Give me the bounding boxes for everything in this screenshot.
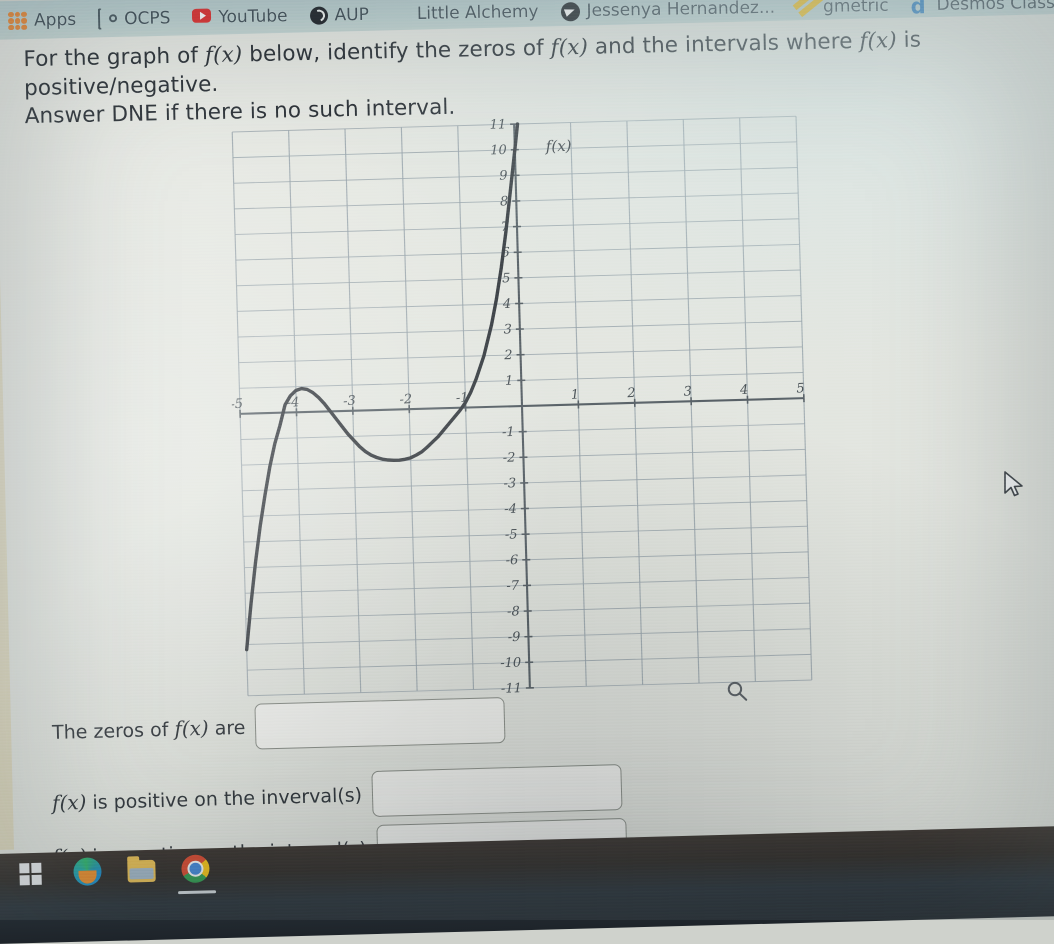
screen-photo: Apps OCPS YouTube AUP Little Alchemy Jes… xyxy=(0,0,1054,920)
bookmark-jessenya-hernandez[interactable]: Jessenya Hernandez... xyxy=(560,0,775,21)
chrome-button[interactable] xyxy=(181,854,212,885)
alchemy-flask-icon xyxy=(391,5,410,24)
mouse-arrow-cursor xyxy=(1002,470,1026,500)
bookmark-little-alchemy[interactable]: Little Alchemy xyxy=(391,2,539,25)
svg-text:5: 5 xyxy=(796,381,805,396)
bookmark-label: gmetric xyxy=(823,0,889,17)
answer-label: f(x) is positive on the inverval(s) xyxy=(52,782,363,815)
graph-canvas: -5-4-3-2-112345-11-10-9-8-7-6-5-4-3-2-11… xyxy=(224,108,820,704)
function-notation: f(x) xyxy=(174,716,209,741)
svg-text:4: 4 xyxy=(502,297,512,312)
edge-icon xyxy=(73,857,102,886)
bookmark-apps[interactable]: Apps xyxy=(8,10,76,31)
svg-text:-1: -1 xyxy=(502,425,515,440)
zeros-input[interactable] xyxy=(255,697,506,750)
svg-text:-4: -4 xyxy=(504,502,517,517)
svg-text:-3: -3 xyxy=(343,394,357,410)
bookmark-label: Apps xyxy=(34,10,76,31)
start-button[interactable] xyxy=(19,859,50,890)
function-notation: f(x) xyxy=(52,790,87,815)
svg-text:-7: -7 xyxy=(506,579,520,594)
gmetric-icon xyxy=(797,0,816,17)
question-text-part: and the intervals where xyxy=(588,29,860,60)
svg-text:-10: -10 xyxy=(500,655,521,671)
globe-icon xyxy=(309,7,327,25)
svg-text:10: 10 xyxy=(490,143,507,158)
bookmark-label: YouTube xyxy=(218,6,287,27)
answer-label: The zeros of f(x) are xyxy=(52,715,246,744)
function-graph: -5-4-3-2-112345-11-10-9-8-7-6-5-4-3-2-11… xyxy=(224,108,820,704)
svg-text:3: 3 xyxy=(503,322,512,337)
svg-text:1: 1 xyxy=(570,387,579,402)
apps-grid-icon xyxy=(8,11,27,30)
function-notation: f(x) xyxy=(859,28,897,54)
bookmark-aup[interactable]: AUP xyxy=(309,5,369,26)
bookmark-ocps[interactable]: OCPS xyxy=(98,8,171,29)
positive-intervals-input[interactable] xyxy=(371,764,622,817)
svg-text:3: 3 xyxy=(683,384,692,399)
youtube-icon xyxy=(192,8,211,27)
bookmark-desmos-class[interactable]: d Desmos Class xyxy=(910,0,1054,15)
svg-text:-11: -11 xyxy=(501,681,522,697)
bookmark-label: Desmos Class xyxy=(936,0,1054,15)
svg-text:-5: -5 xyxy=(230,397,244,413)
folder-icon xyxy=(127,860,156,883)
svg-text:2: 2 xyxy=(626,386,636,402)
bookmark-label: AUP xyxy=(334,5,369,26)
function-notation: f(x) xyxy=(550,35,588,61)
svg-text:11: 11 xyxy=(489,117,506,132)
bookmark-label: Jessenya Hernandez... xyxy=(586,0,775,21)
svg-text:-5: -5 xyxy=(505,527,518,542)
svg-text:-2: -2 xyxy=(399,392,413,408)
svg-text:-3: -3 xyxy=(503,476,516,491)
magnifying-glass-icon[interactable] xyxy=(726,680,749,703)
svg-text:9: 9 xyxy=(499,169,508,184)
svg-text:2: 2 xyxy=(503,348,513,363)
svg-text:-9: -9 xyxy=(508,630,521,645)
svg-text:-2: -2 xyxy=(503,450,516,465)
bookmark-label: OCPS xyxy=(124,8,171,29)
function-notation: f(x) xyxy=(205,42,243,68)
windows-logo-icon xyxy=(19,863,42,886)
svg-text:f(x): f(x) xyxy=(545,137,572,156)
question-text-part: For the graph of xyxy=(23,43,205,72)
svg-text:-8: -8 xyxy=(507,604,520,619)
chrome-icon xyxy=(181,854,210,883)
svg-text:4: 4 xyxy=(739,383,749,399)
bookmark-label: Little Alchemy xyxy=(417,2,539,24)
svg-text:-6: -6 xyxy=(505,553,518,568)
bookmark-youtube[interactable]: YouTube xyxy=(192,6,287,28)
file-explorer-button[interactable] xyxy=(127,856,158,887)
paper-plane-icon xyxy=(560,2,579,21)
active-app-indicator xyxy=(178,890,216,894)
svg-text:5: 5 xyxy=(502,271,511,286)
bookmark-gmetric[interactable]: gmetric xyxy=(797,0,889,17)
desmos-d-icon: d xyxy=(910,0,929,15)
gear-icon xyxy=(98,10,117,29)
question-text-part: below, identify the zeros of xyxy=(242,36,551,68)
edge-button[interactable] xyxy=(73,857,104,888)
svg-text:1: 1 xyxy=(505,374,514,389)
